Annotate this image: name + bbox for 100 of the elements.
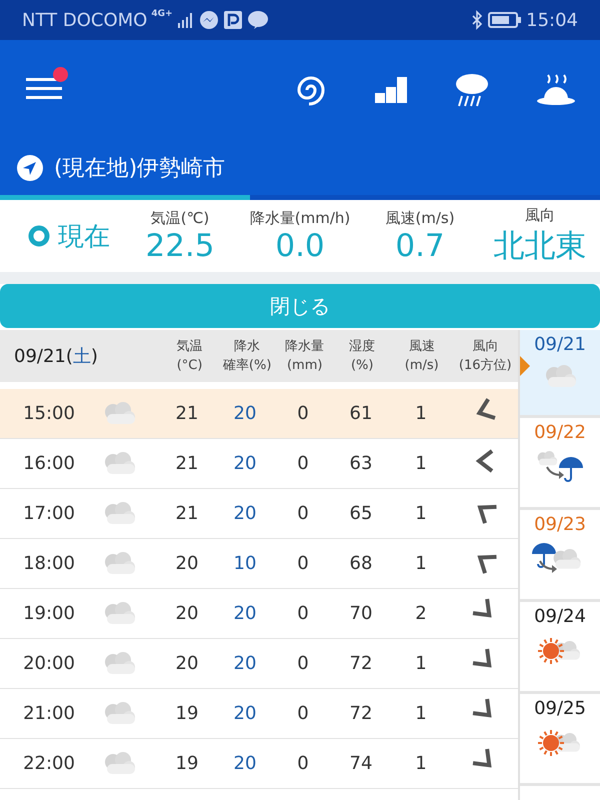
table-date: 09/21(土) [13, 345, 99, 368]
bluetooth-icon [470, 10, 484, 30]
reading-heading: 風向 [525, 206, 555, 224]
current-label: 現在 [58, 220, 110, 254]
table-cell-text: 65 [348, 503, 374, 524]
hour-time: 22:00 [22, 753, 76, 774]
table-cell-text: 0 [296, 603, 310, 624]
table-cell-text: 0 [296, 653, 310, 674]
column-unit: (°C) [176, 357, 202, 375]
table-cell-text: 70 [348, 603, 374, 624]
rain-cloud-icon[interactable] [454, 72, 490, 108]
column-heading: 降水 [234, 338, 260, 356]
messenger-icon [198, 10, 219, 30]
hour-row[interactable]: 22:00 19 20 0 74 1 [0, 739, 518, 789]
reading-value: 22.5 [145, 228, 215, 264]
reading-heading: 風速(m/s) [385, 208, 455, 228]
table-cell-text: 20 [232, 603, 258, 624]
selected-marker-icon [520, 356, 530, 376]
table-cell-text: 21 [174, 453, 200, 474]
table-cell-text: 63 [348, 453, 374, 474]
day-tab[interactable]: 09/25 [520, 694, 600, 786]
table-cell-text: 72 [348, 703, 374, 724]
column-heading: 降水量 [285, 338, 324, 356]
table-cell-text: 0 [296, 553, 310, 574]
table-cell-text: 19 [174, 703, 200, 724]
network-type: 4G+ [151, 9, 173, 19]
table-cell-text: 20 [232, 753, 258, 774]
reading-value: 0.0 [275, 228, 325, 264]
table-cell-text: 1 [414, 653, 428, 674]
hour-row[interactable]: 18:00 20 10 0 68 1 [0, 539, 518, 589]
day-date: 09/23 [534, 514, 586, 535]
hour-row[interactable]: 19:00 20 20 0 70 2 [0, 589, 518, 639]
chat-bubble-icon [246, 10, 269, 30]
table-cell-text: 20 [232, 453, 258, 474]
parking-icon [222, 10, 243, 30]
location-name: (現在地)伊勢崎市 [54, 154, 226, 182]
battery-icon [488, 11, 522, 29]
column-unit: (16方位) [458, 357, 512, 375]
reading-heading: 気温(℃) [150, 208, 210, 228]
column-unit: (m/s) [404, 357, 439, 375]
table-cell-text: 0 [296, 403, 310, 424]
carrier-name: NTT DOCOMO [22, 10, 148, 30]
signal-icon [176, 11, 195, 29]
table-cell-text: 20 [232, 403, 258, 424]
table-cell-text: 1 [414, 553, 428, 574]
table-cell-text: 20 [174, 603, 200, 624]
day-date: 09/24 [534, 606, 586, 627]
reading-heading: 降水量(mm/h) [250, 208, 350, 228]
hour-row[interactable]: 16:00 21 20 0 63 1 [0, 439, 518, 489]
table-cell-text: 68 [348, 553, 374, 574]
cloud-to-umbrella-icon [535, 451, 585, 485]
day-date: 09/21 [534, 334, 586, 355]
table-cell-text: 20 [174, 553, 200, 574]
table-cell-text: 20 [174, 653, 200, 674]
hour-row[interactable]: 20:00 20 20 0 72 1 [0, 639, 518, 689]
table-cell-text: 19 [174, 753, 200, 774]
column-unit: (%) [350, 357, 374, 375]
table-cell-text: 21 [174, 503, 200, 524]
table-cell-text: 1 [414, 503, 428, 524]
table-cell-text: 2 [414, 603, 428, 624]
hour-time: 21:00 [22, 703, 76, 724]
hour-time: 20:00 [22, 653, 76, 674]
column-unit: 確率(%) [222, 357, 272, 375]
day-tab[interactable]: 09/21 [520, 330, 600, 418]
table-cell-text: 10 [232, 553, 258, 574]
reading-value: 北北東 [494, 226, 586, 266]
column-heading: 風向 [472, 338, 498, 356]
steps-icon[interactable] [374, 75, 408, 105]
hour-row[interactable]: 21:00 19 20 0 72 1 [0, 689, 518, 739]
table-cell-text: 1 [414, 453, 428, 474]
column-heading: 湿度 [349, 338, 376, 356]
hour-time: 17:00 [22, 503, 76, 524]
hour-time: 15:00 [22, 403, 76, 424]
ring-icon [28, 225, 50, 247]
hot-spring-hat-icon[interactable] [536, 73, 576, 107]
day-date: 09/22 [534, 422, 586, 443]
table-cell-text: 74 [348, 753, 374, 774]
table-cell-text: 20 [232, 703, 258, 724]
hour-time: 18:00 [22, 553, 76, 574]
table-cell-text: 0 [296, 453, 310, 474]
table-cell-text: 0 [296, 503, 310, 524]
day-tab[interactable]: 09/24 [520, 602, 600, 694]
table-cell-text: 1 [414, 403, 428, 424]
column-unit: (mm) [286, 357, 322, 375]
menu-icon[interactable] [26, 75, 62, 101]
column-heading: 風速 [408, 338, 435, 356]
table-cell-text: 0 [296, 703, 310, 724]
column-heading: 気温 [176, 338, 203, 356]
hour-row[interactable]: 15:00 21 20 0 61 1 [0, 389, 518, 439]
day-date: 09/25 [534, 698, 586, 719]
location-icon[interactable] [16, 154, 44, 182]
hour-row[interactable]: 17:00 21 20 0 65 1 [0, 489, 518, 539]
table-cell-text: 72 [348, 653, 374, 674]
table-cell-text: 1 [414, 753, 428, 774]
reading-value: 0.7 [395, 228, 445, 264]
table-cell-text: 1 [414, 703, 428, 724]
hour-time: 19:00 [22, 603, 76, 624]
table-cell-text: 61 [348, 403, 374, 424]
table-cell-text: 20 [232, 653, 258, 674]
hour-time: 16:00 [22, 453, 76, 474]
